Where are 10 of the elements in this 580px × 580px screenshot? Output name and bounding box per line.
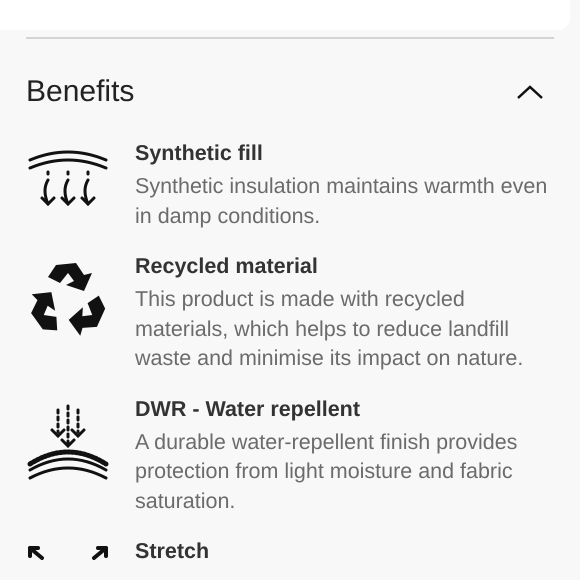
chevron-icon [516, 84, 544, 100]
section-title: Benefits [26, 74, 134, 110]
benefit-title: Synthetic fill [135, 140, 264, 166]
stretch-icon [26, 544, 110, 560]
benefit-title: Stretch [135, 538, 210, 564]
benefit-description: A durable water-repellent finish provides protection from light moisture and fabric saturation. [135, 428, 518, 514]
benefit-description: This product is made with recycled materials, which helps to reduce landfill waste and minimise its impact on nature. [135, 286, 524, 372]
benefit-description: Synthetic insulation maintains warmth even in damp conditions. [135, 173, 548, 230]
benefit-title: DWR - Water repellent [135, 396, 361, 422]
benefit-title: Recycled material [135, 253, 319, 279]
